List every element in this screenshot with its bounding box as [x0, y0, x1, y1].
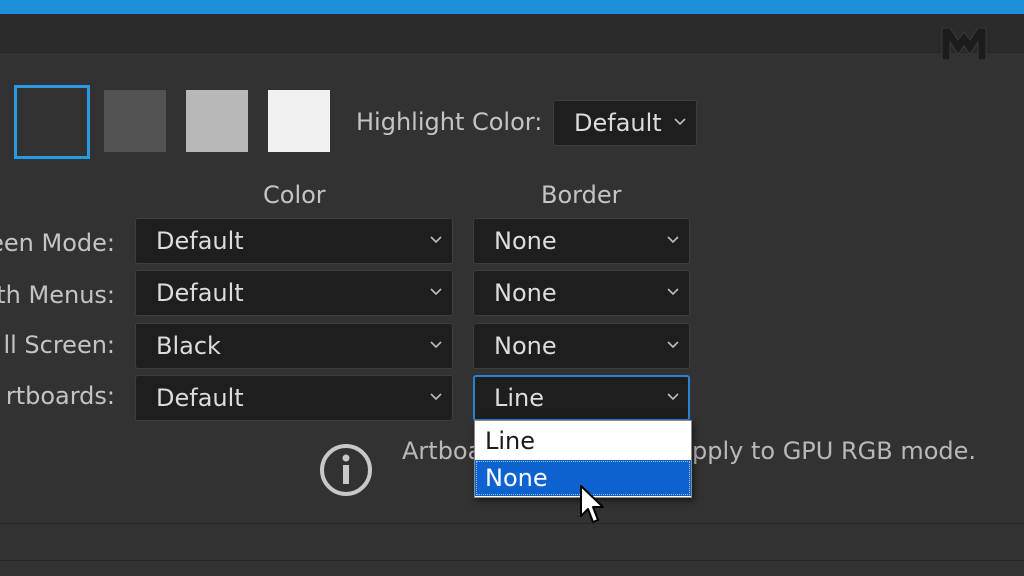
row-label-artboards: rtboards:	[5, 382, 115, 410]
chevron-down-icon	[430, 288, 442, 296]
chevron-down-icon	[667, 341, 679, 349]
column-header-border: Border	[541, 181, 622, 209]
full-screen-border-dropdown[interactable]: None	[473, 323, 690, 369]
brand-logo-icon	[941, 27, 987, 61]
highlight-color-label: Highlight Color:	[356, 108, 543, 136]
swatch-medium-dark[interactable]	[104, 90, 166, 152]
mouse-pointer-icon	[580, 485, 604, 523]
chevron-down-icon	[430, 393, 442, 401]
swatch-light[interactable]	[268, 90, 330, 152]
row-label-with-menus: th Menus:	[0, 281, 115, 309]
full-screen-color-dropdown[interactable]: Black	[135, 323, 453, 369]
gpu-note-text-right: pply to GPU RGB mode.	[692, 437, 977, 465]
full-screen-border-value: None	[494, 332, 557, 360]
with-menus-color-dropdown[interactable]: Default	[135, 270, 453, 316]
header-strip	[0, 14, 1024, 53]
with-menus-border-dropdown[interactable]: None	[473, 270, 690, 316]
chevron-down-icon	[674, 118, 686, 126]
with-menus-border-value: None	[494, 279, 557, 307]
title-accent-bar	[0, 0, 1024, 14]
row-label-full-screen: ll Screen:	[3, 331, 115, 359]
bottom-divider-2	[0, 560, 1024, 561]
with-menus-color-value: Default	[156, 279, 244, 307]
chevron-down-icon	[667, 236, 679, 244]
chevron-down-icon	[667, 393, 679, 401]
full-screen-color-value: Black	[156, 332, 221, 360]
info-icon	[320, 444, 372, 496]
artboards-border-dropdown[interactable]: Line	[473, 375, 690, 421]
option-line[interactable]: Line	[475, 423, 691, 459]
screen-mode-color-value: Default	[156, 227, 244, 255]
screen-mode-border-value: None	[494, 227, 557, 255]
swatch-darkest[interactable]	[14, 85, 90, 159]
column-header-color: Color	[263, 181, 326, 209]
swatch-medium-light[interactable]	[186, 90, 248, 152]
chevron-down-icon	[430, 236, 442, 244]
artboards-color-value: Default	[156, 384, 244, 412]
artboards-color-dropdown[interactable]: Default	[135, 375, 453, 421]
artboards-border-value: Line	[494, 384, 545, 412]
gpu-note-text-left: Artboa	[402, 437, 483, 465]
screen-mode-border-dropdown[interactable]: None	[473, 218, 690, 264]
screen-mode-color-dropdown[interactable]: Default	[135, 218, 453, 264]
bottom-divider	[0, 523, 1024, 524]
row-label-screen-mode: een Mode:	[0, 229, 115, 257]
highlight-color-dropdown[interactable]: Default	[553, 100, 697, 146]
highlight-color-value: Default	[574, 109, 662, 137]
chevron-down-icon	[667, 288, 679, 296]
chevron-down-icon	[430, 341, 442, 349]
